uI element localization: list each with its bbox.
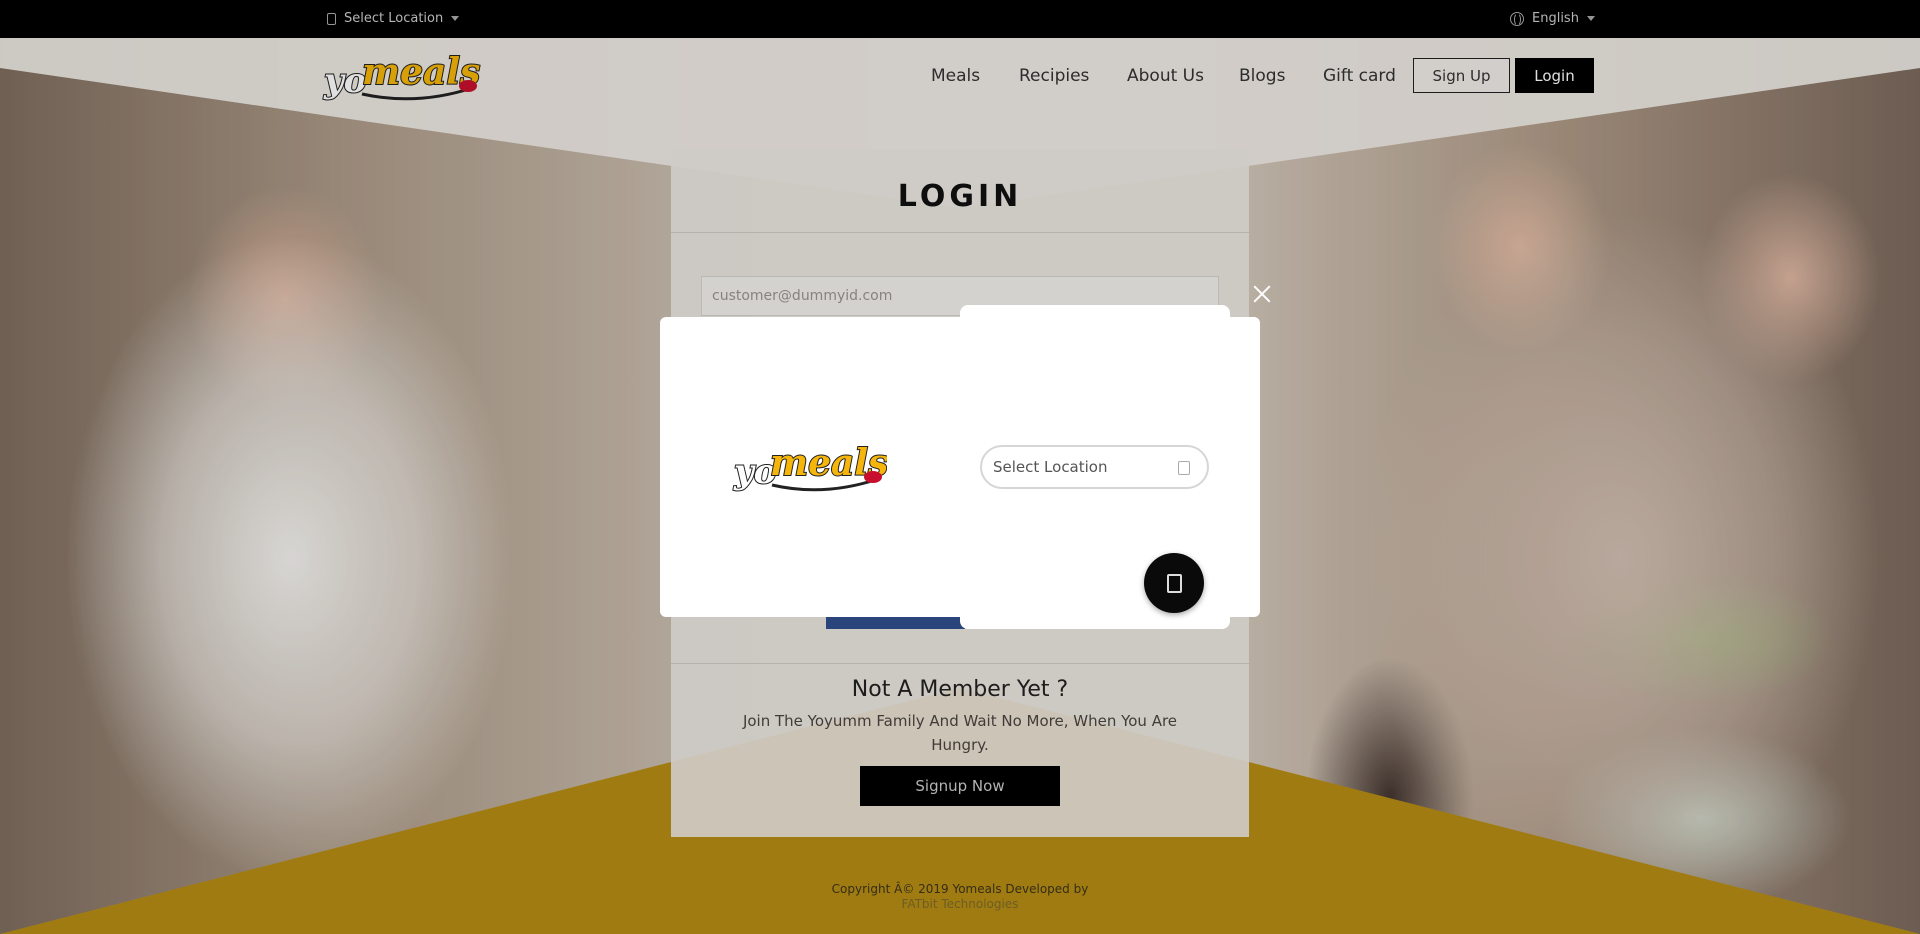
proceed-button[interactable] — [1144, 553, 1204, 613]
arrow-icon — [1166, 573, 1182, 593]
close-icon[interactable] — [1250, 282, 1274, 306]
chevron-down-icon — [1178, 461, 1190, 475]
modal-logo: yo meals — [732, 441, 887, 493]
select-location-dropdown[interactable]: Select Location — [980, 445, 1209, 489]
select-location-label: Select Location — [993, 458, 1108, 476]
